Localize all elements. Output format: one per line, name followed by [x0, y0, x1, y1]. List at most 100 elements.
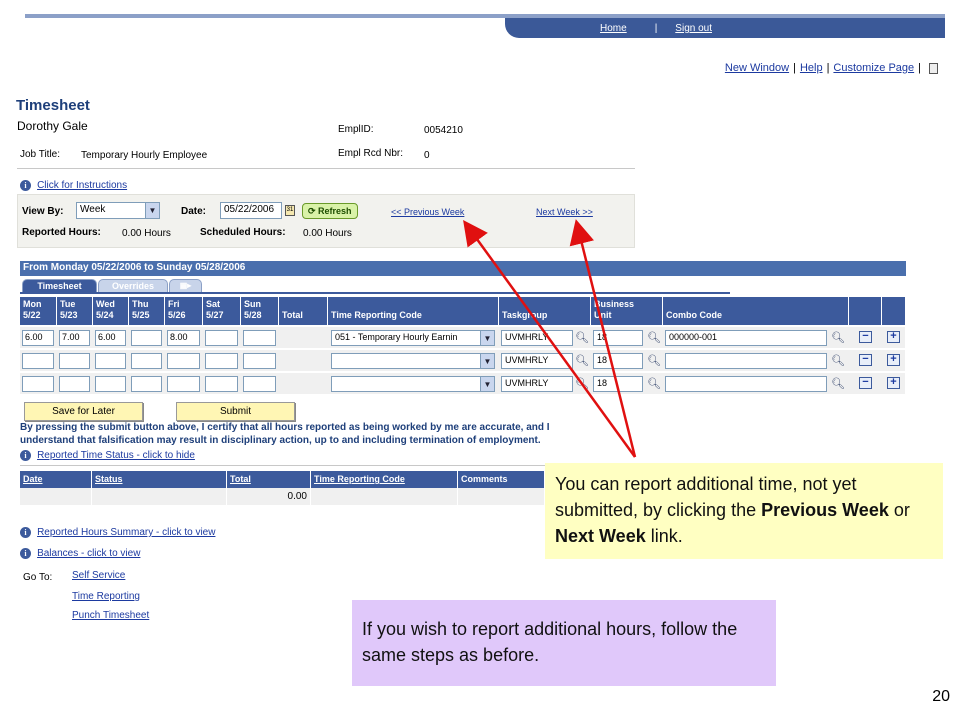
status-col-total-label[interactable]: Total: [230, 474, 251, 484]
hours-input-fri[interactable]: [167, 376, 200, 392]
hours-input-sun[interactable]: [243, 376, 276, 392]
page-number: 20: [932, 688, 950, 705]
status-cell: [311, 488, 458, 505]
lookup-icon[interactable]: 🔍︎: [647, 355, 661, 367]
util-separator: |: [793, 62, 796, 74]
time-reporting-link[interactable]: Time Reporting: [72, 591, 140, 602]
previous-week-link[interactable]: << Previous Week: [391, 207, 464, 217]
employee-name: Dorothy Gale: [17, 119, 88, 133]
lookup-icon[interactable]: 🔍︎: [831, 355, 845, 367]
col-taskgroup: Taskgroup: [499, 297, 591, 325]
business-unit-input[interactable]: 18: [593, 330, 643, 346]
business-unit-input[interactable]: 18: [593, 353, 643, 369]
balances-link[interactable]: Balances - click to view: [37, 548, 140, 559]
print-icon[interactable]: [929, 62, 938, 74]
hours-input-tue[interactable]: [59, 353, 90, 369]
col-date: 5/27: [206, 310, 224, 320]
status-link-row: i Reported Time Status - click to hide: [20, 449, 195, 461]
combo-code-input[interactable]: 000000-001: [665, 330, 827, 346]
hours-input-thu[interactable]: [131, 376, 162, 392]
tab-overrides[interactable]: Overrides: [98, 279, 168, 293]
delete-row-icon[interactable]: −: [859, 331, 872, 343]
hours-input-mon[interactable]: [22, 353, 54, 369]
customize-page-link[interactable]: Customize Page: [833, 62, 914, 74]
col-wed: Wed 5/24: [93, 297, 129, 325]
time-reporting-code-select[interactable]: 051 - Temporary Hourly Earnin ▼: [331, 330, 495, 346]
submit-button[interactable]: Submit: [176, 402, 295, 421]
status-col-status-label[interactable]: Status: [95, 474, 123, 484]
lookup-icon[interactable]: 🔍︎: [831, 332, 845, 344]
period-header: From Monday 05/22/2006 to Sunday 05/28/2…: [20, 261, 906, 276]
calendar-icon[interactable]: 31: [285, 205, 295, 216]
hours-input-wed[interactable]: [95, 353, 126, 369]
lookup-icon[interactable]: 🔍︎: [575, 355, 589, 367]
hours-input-thu[interactable]: [131, 353, 162, 369]
new-window-link[interactable]: New Window: [725, 62, 789, 74]
add-row-icon[interactable]: +: [887, 354, 900, 366]
delete-row-icon[interactable]: −: [859, 354, 872, 366]
taskgroup-input[interactable]: UVMHRLY: [501, 376, 573, 392]
hours-input-fri[interactable]: 8.00: [167, 330, 200, 346]
add-row-icon[interactable]: +: [887, 331, 900, 343]
reported-time-status-link[interactable]: Reported Time Status - click to hide: [37, 450, 195, 461]
col-mon: Mon 5/22: [20, 297, 57, 325]
hours-input-thu[interactable]: [131, 330, 162, 346]
hours-input-fri[interactable]: [167, 353, 200, 369]
taskgroup-input[interactable]: UVMHRLY: [501, 353, 573, 369]
col-business-unit: Business Unit: [591, 297, 663, 325]
instructions-link[interactable]: Click for Instructions: [37, 180, 127, 191]
callout-end: link.: [645, 526, 683, 546]
save-for-later-button[interactable]: Save for Later: [24, 402, 143, 421]
refresh-button[interactable]: ⟳ Refresh: [302, 203, 358, 219]
view-by-select[interactable]: Week ▼: [76, 202, 160, 219]
date-input[interactable]: 05/22/2006: [220, 202, 282, 219]
lookup-icon[interactable]: 🔍︎: [831, 378, 845, 390]
top-nav-bar: [505, 18, 945, 38]
col-day: Tue: [60, 299, 76, 309]
combo-code-input[interactable]: [665, 353, 827, 369]
info-icon: i: [20, 547, 31, 559]
home-link[interactable]: Home: [600, 23, 627, 34]
help-link[interactable]: Help: [800, 62, 823, 74]
hours-input-wed[interactable]: [95, 376, 126, 392]
punch-timesheet-link[interactable]: Punch Timesheet: [72, 610, 149, 621]
status-col-comments: Comments: [458, 471, 545, 488]
certification-text: By pressing the submit button above, I c…: [20, 422, 550, 446]
tab-timesheet[interactable]: Timesheet: [22, 279, 97, 293]
hours-input-sat[interactable]: [205, 376, 238, 392]
time-reporting-code-select[interactable]: ▼: [331, 353, 495, 369]
delete-row-icon[interactable]: −: [859, 377, 872, 389]
util-separator: |: [918, 62, 921, 74]
callout-additional-hours: If you wish to report additional hours, …: [352, 600, 776, 686]
lookup-icon[interactable]: 🔍︎: [575, 332, 589, 344]
hours-input-mon[interactable]: 6.00: [22, 330, 54, 346]
lookup-icon[interactable]: 🔍︎: [647, 378, 661, 390]
callout-previous-week: Previous Week: [761, 500, 889, 520]
emplid-value: 0054210: [424, 125, 463, 136]
hours-input-sun[interactable]: [243, 330, 276, 346]
add-row-icon[interactable]: +: [887, 377, 900, 389]
status-col-trc-label[interactable]: Time Reporting Code: [314, 474, 405, 484]
sign-out-link[interactable]: Sign out: [675, 23, 712, 34]
next-week-link[interactable]: Next Week >>: [536, 207, 593, 217]
col-date: 5/23: [60, 310, 78, 320]
hours-input-sat[interactable]: [205, 353, 238, 369]
self-service-link[interactable]: Self Service: [72, 570, 125, 581]
hours-input-tue[interactable]: 7.00: [59, 330, 90, 346]
business-unit-input[interactable]: 18: [593, 376, 643, 392]
info-icon: i: [20, 526, 31, 538]
hours-input-mon[interactable]: [22, 376, 54, 392]
combo-code-input[interactable]: [665, 376, 827, 392]
lookup-icon[interactable]: 🔍︎: [647, 332, 661, 344]
hours-input-sat[interactable]: [205, 330, 238, 346]
hours-input-sun[interactable]: [243, 353, 276, 369]
hours-input-tue[interactable]: [59, 376, 90, 392]
lookup-icon[interactable]: 🔍︎: [575, 378, 589, 390]
status-col-date-label[interactable]: Date: [23, 474, 43, 484]
col-add: [882, 297, 906, 325]
taskgroup-input[interactable]: UVMHRLY: [501, 330, 573, 346]
reported-hours-summary-link[interactable]: Reported Hours Summary - click to view: [37, 527, 215, 538]
show-all-columns-icon[interactable]: ▦▸: [169, 279, 202, 293]
hours-input-wed[interactable]: 6.00: [95, 330, 126, 346]
time-reporting-code-select[interactable]: ▼: [331, 376, 495, 392]
